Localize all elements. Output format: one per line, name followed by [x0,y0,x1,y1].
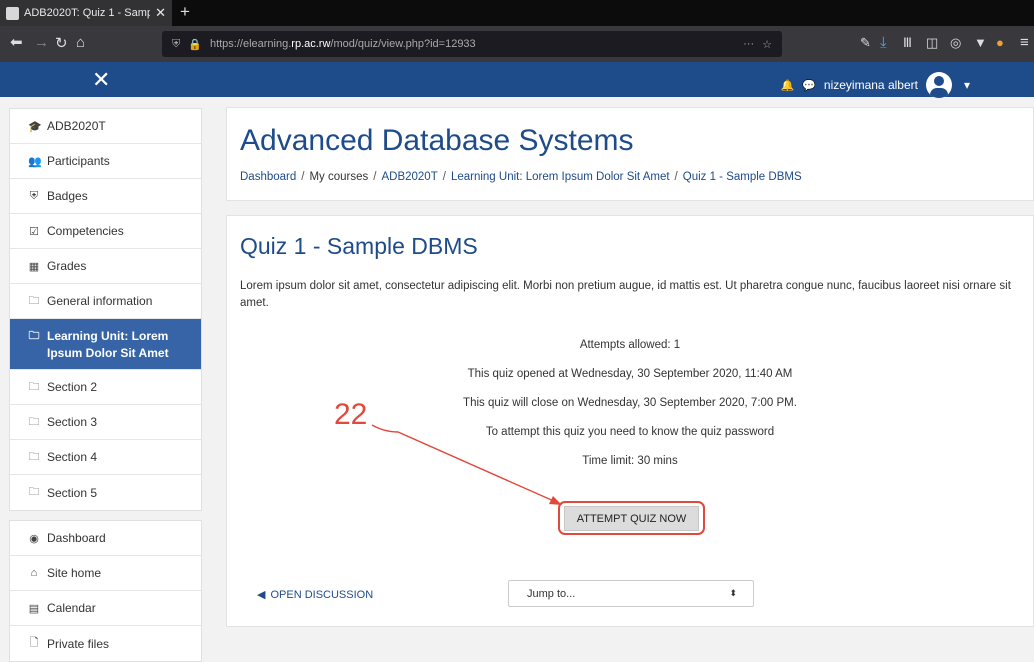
favicon-icon [6,6,19,20]
sidebar-item-adb2020t[interactable]: 🎓 ADB2020T [10,109,201,144]
url-text: https://elearning.rp.ac.rw/mod/quiz/view… [209,38,476,50]
notifications-bell-icon[interactable]: 🔔 [781,79,795,92]
sidebar-item-competencies[interactable]: ☑ Competencies [10,214,201,249]
breadcrumb-item-dashboard[interactable]: Dashboard [240,171,296,183]
sidebar-item-label: Section 2 [47,380,98,394]
sidebar-item-label: Dashboard [47,531,106,545]
vpn-icon[interactable]: ▼ [974,35,987,50]
bookmark-star-icon[interactable]: ☆ [762,38,772,51]
folder-icon: 🗀 [28,415,40,428]
attempts-allowed-text: Attempts allowed: 1 [579,339,681,351]
home-icon: ⌂ [30,567,38,579]
sidebar-item-general-information[interactable]: 🗀 General information [10,284,201,319]
sidebar-item-site-home[interactable]: ⌂ Site home [10,556,201,591]
select-arrows-icon: ⬍ [729,588,737,598]
course-nav-group: 🎓 ADB2020T 👥 Participants ⛨ Badges ☑ Competenci… [9,108,202,511]
home-icon[interactable]: ⌂ [76,34,85,51]
forward-icon[interactable]: → [34,34,49,51]
open-discussion-link[interactable]: ◀ OPEN DISCUSSION [257,588,374,602]
username[interactable]: nizeyimana albert [824,78,918,92]
sidebar-item-participants[interactable]: 👥 Participants [10,144,201,179]
reload-icon[interactable]: ↻ [55,34,68,52]
sidebar-item-section-3[interactable]: 🗀 Section 3 [10,405,201,440]
firefox-icon[interactable]: ● [996,35,1004,50]
download-icon[interactable]: ⤓ [880,34,887,51]
calendar-icon: ▤ [28,602,40,615]
sidebar-item-grades[interactable]: ▦ Grades [10,249,201,284]
folder-icon: 🗀 [28,294,40,307]
file-icon: 🗋 [29,637,39,649]
users-icon: 👥 [28,155,42,168]
shield-icon: ⛨ [172,37,181,50]
time-limit-text: Time limit: 30 mins [582,455,678,467]
back-icon[interactable]: ⬅ [10,33,23,51]
breadcrumb-item-section[interactable]: Learning Unit: Lorem Ipsum Dolor Sit Ame… [451,171,670,183]
course-title: Advanced Database Systems [240,124,634,157]
open-discussion-label: OPEN DISCUSSION [270,588,374,601]
shield-icon: ⛨ [29,189,39,202]
checkbox-icon: ☑ [29,225,39,238]
jump-to-select[interactable]: Jump to... ⬍ [508,580,754,607]
quiz-description: Lorem ipsum dolor sit amet, consectetur … [240,280,1011,309]
sidebar-item-label: ADB2020T [47,119,106,133]
new-tab-button[interactable]: + [180,2,190,22]
sidebar-item-label: Badges [47,189,88,203]
breadcrumb: Dashboard / My courses / ADB2020T / Learning U… [240,171,802,183]
quiz-open-date-text: This quiz opened at Wednesday, 30 Septem… [467,368,793,380]
sidebar-item-label: Grades [47,259,87,273]
table-icon: ▦ [28,260,40,273]
breadcrumb-item-course[interactable]: ADB2020T [381,171,437,183]
close-drawer-icon[interactable]: ✕ [92,67,110,93]
sidebar-item-label: Participants [47,154,110,168]
sidebar-item-label: Calendar [47,601,96,615]
url-bar[interactable]: ⛨ 🔒 https://elearning.rp.ac.rw/mod/quiz/… [162,31,782,57]
folder-icon: 🗀 [28,330,40,342]
sidebar-item-calendar[interactable]: ▤ Calendar [10,591,201,626]
browser-tab-title: ADB2020T: Quiz 1 - Sample DB [24,7,151,19]
close-tab-icon[interactable]: ✕ [155,5,166,21]
extension-icon[interactable]: ◎ [950,35,961,51]
folder-icon: 🗀 [28,380,40,393]
graduation-cap-icon: 🎓 [28,120,42,133]
sidebar-item-private-files[interactable]: 🗋 Private files [10,626,201,661]
site-nav-group: ◉ Dashboard ⌂ Site home ▤ Calendar 🗋 Private fi… [9,520,202,662]
menu-icon[interactable]: ≡ [1020,34,1029,51]
sidebar-item-label: Site home [47,566,102,580]
attempt-quiz-button[interactable]: ATTEMPT QUIZ NOW [564,506,699,531]
sidebar-item-dashboard[interactable]: ◉ Dashboard [10,521,201,556]
lock-icon: 🔒 [188,38,202,51]
sidebar-item-label: Private files [47,636,110,651]
sidebar-item-label: Learning Unit: Lorem Ipsum Dolor Sit Ame… [47,329,169,360]
folder-icon: 🗀 [28,450,40,463]
annotation-number: 22 [334,398,368,431]
dashboard-icon: ◉ [29,532,39,545]
chevron-down-icon[interactable]: ▾ [964,78,970,92]
triangle-left-icon: ◀ [257,589,266,601]
jump-to-value: Jump to... [527,587,576,600]
sidebar-item-learning-unit-lorem-ipsum-dolor-sit-amet[interactable]: 🗀 Learning Unit: Lorem Ipsum Dolor Sit Am… [10,319,201,370]
sidebar-item-label: General information [47,294,153,308]
messages-icon[interactable]: 💬 [802,79,816,92]
key-icon[interactable]: ✎ [860,35,871,51]
course-sidebar: 🎓 ADB2020T 👥 Participants ⛨ Badges ☑ Competenci… [9,108,202,662]
sidebar-item-label: Section 4 [47,450,98,464]
sidebar-item-label: Section 3 [47,415,98,429]
sidebar-item-section-2[interactable]: 🗀 Section 2 [10,370,201,405]
breadcrumb-item-my-courses: My courses [309,171,369,183]
sidebar-item-section-5[interactable]: 🗀 Section 5 [10,475,201,510]
library-icon[interactable]: Ⅲ [903,35,912,51]
browser-tab[interactable]: ADB2020T: Quiz 1 - Sample DB ✕ [0,0,172,26]
sidebar-toggle-icon[interactable]: ◫ [926,35,938,51]
breadcrumb-item-quiz[interactable]: Quiz 1 - Sample DBMS [683,171,802,183]
sidebar-item-label: Section 5 [47,485,98,500]
sidebar-item-badges[interactable]: ⛨ Badges [10,179,201,214]
folder-icon: 🗀 [28,486,40,498]
quiz-title: Quiz 1 - Sample DBMS [240,233,478,259]
sidebar-item-label: Competencies [47,224,124,238]
page-actions-icon[interactable]: ··· [743,38,754,50]
user-menu-area: 🔔 💬 nizeyimana albert ▾ [781,72,970,98]
sidebar-item-section-4[interactable]: 🗀 Section 4 [10,440,201,475]
avatar[interactable] [925,72,952,98]
